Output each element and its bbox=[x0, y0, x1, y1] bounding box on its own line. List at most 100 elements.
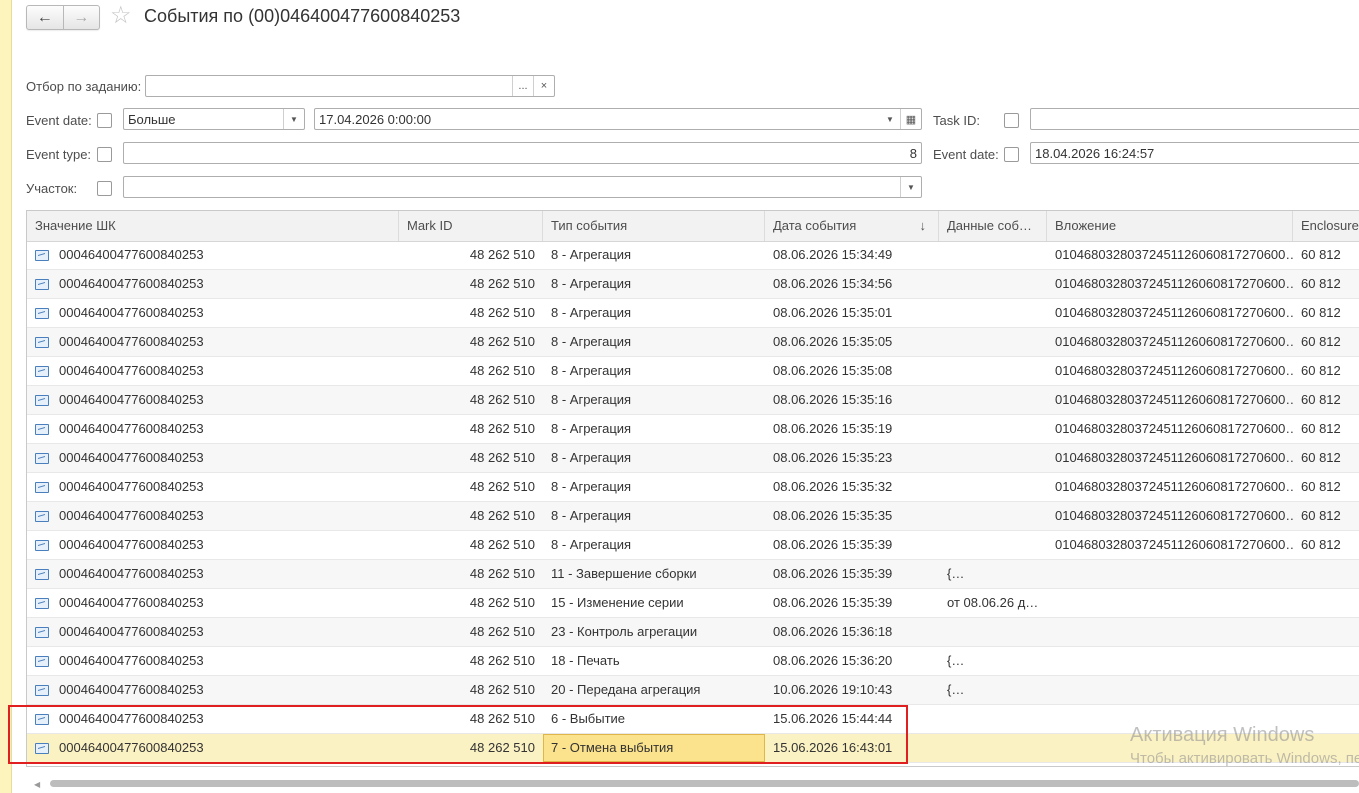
event-date-cell: 10.06.2026 19:10:43 bbox=[773, 682, 893, 697]
enclosure-cell bbox=[1293, 647, 1359, 675]
event-type-cell: 8 - Агрегация bbox=[551, 421, 632, 436]
chevron-down-icon[interactable]: ▼ bbox=[283, 109, 304, 129]
event-date2-field[interactable]: 18.04.2026 16:24:57 bbox=[1030, 142, 1359, 164]
column-header-event-type[interactable]: Тип события bbox=[543, 211, 765, 241]
column-header-mark-id[interactable]: Mark ID bbox=[399, 211, 543, 241]
table-row[interactable]: 00046400477600840253 48 262 510 15 - Измен… bbox=[27, 589, 1359, 618]
table-row[interactable]: 00046400477600840253 48 262 510 8 - Агрега… bbox=[27, 473, 1359, 502]
event-data-cell: от 08.06.26 д… bbox=[947, 595, 1039, 610]
task-id-checkbox[interactable] bbox=[1004, 113, 1019, 128]
event-date-checkbox[interactable] bbox=[97, 113, 112, 128]
forward-arrow-icon: → bbox=[73, 8, 90, 26]
mark-id-cell: 48 262 510 bbox=[469, 421, 535, 436]
table-row[interactable]: 00046400477600840253 48 262 510 8 - Агрега… bbox=[27, 299, 1359, 328]
event-type-cell: 8 - Агрегация bbox=[551, 247, 632, 262]
red-highlight-frame bbox=[8, 705, 908, 764]
table-row[interactable]: 00046400477600840253 48 262 510 18 - Печат… bbox=[27, 647, 1359, 676]
chevron-down-icon[interactable]: ▼ bbox=[880, 109, 900, 129]
event-date-cell: 08.06.2026 15:35:39 bbox=[773, 566, 893, 581]
table-row[interactable]: 00046400477600840253 48 262 510 20 - Перед… bbox=[27, 676, 1359, 705]
forward-button[interactable]: → bbox=[64, 6, 100, 29]
mark-id-cell: 48 262 510 bbox=[469, 450, 535, 465]
table-row[interactable]: 00046400477600840253 48 262 510 8 - Агрега… bbox=[27, 502, 1359, 531]
event-date-cell: 08.06.2026 15:35:35 bbox=[773, 508, 893, 523]
enclosure-cell: 60 812 bbox=[1301, 537, 1341, 552]
event-date-cell: 08.06.2026 15:35:23 bbox=[773, 450, 893, 465]
attachment-cell: 01046803280372451126060817270600… bbox=[1055, 421, 1293, 436]
event-date2-checkbox[interactable] bbox=[1004, 147, 1019, 162]
barcode-cell: 00046400477600840253 bbox=[59, 479, 204, 494]
attachment-cell bbox=[1047, 647, 1293, 675]
table-row[interactable]: 00046400477600840253 48 262 510 8 - Агрега… bbox=[27, 357, 1359, 386]
scrollbar-thumb[interactable] bbox=[50, 780, 1359, 787]
event-type-checkbox[interactable] bbox=[97, 147, 112, 162]
mark-id-cell: 48 262 510 bbox=[469, 624, 535, 639]
attachment-cell: 01046803280372451126060817270600… bbox=[1055, 305, 1293, 320]
barcode-cell: 00046400477600840253 bbox=[59, 421, 204, 436]
area-select[interactable]: ▼ bbox=[123, 176, 922, 198]
task-filter-select-button[interactable]: ... bbox=[512, 76, 533, 96]
attachment-cell bbox=[1047, 589, 1293, 617]
event-type-cell: 11 - Завершение сборки bbox=[551, 566, 697, 581]
event-type-cell: 8 - Агрегация bbox=[551, 276, 632, 291]
table-row[interactable]: 00046400477600840253 48 262 510 8 - Агрега… bbox=[27, 415, 1359, 444]
event-type-cell: 8 - Агрегация bbox=[551, 392, 632, 407]
enclosure-cell: 60 812 bbox=[1301, 247, 1341, 262]
column-header-event-date[interactable]: Дата события ↓ bbox=[765, 211, 939, 241]
mark-id-cell: 48 262 510 bbox=[469, 508, 535, 523]
column-header-event-date-label: Дата события bbox=[773, 218, 857, 233]
events-table: Значение ШК Mark ID Тип события Дата соб… bbox=[26, 210, 1359, 767]
event-type-label: Event type: bbox=[26, 147, 92, 162]
table-row[interactable]: 00046400477600840253 48 262 510 8 - Агрега… bbox=[27, 328, 1359, 357]
attachment-cell: 01046803280372451126060817270600… bbox=[1055, 276, 1293, 291]
enclosure-cell bbox=[1293, 589, 1359, 617]
column-header-attachment[interactable]: Вложение bbox=[1047, 211, 1293, 241]
enclosure-cell: 60 812 bbox=[1301, 479, 1341, 494]
column-header-barcode[interactable]: Значение ШК bbox=[27, 211, 399, 241]
column-header-enclosure[interactable]: Enclosure bbox=[1293, 211, 1359, 241]
event-date-cell: 08.06.2026 15:36:20 bbox=[773, 653, 893, 668]
event-data-cell bbox=[939, 357, 1047, 385]
calendar-icon[interactable]: ▦ bbox=[900, 109, 921, 129]
enclosure-cell: 60 812 bbox=[1301, 421, 1341, 436]
table-row[interactable]: 00046400477600840253 48 262 510 23 - Контр… bbox=[27, 618, 1359, 647]
barcode-cell: 00046400477600840253 bbox=[59, 247, 204, 262]
event-data-cell bbox=[939, 270, 1047, 298]
task-id-label: Task ID: bbox=[933, 113, 980, 128]
attachment-cell: 01046803280372451126060817270600… bbox=[1055, 537, 1293, 552]
attachment-cell: 01046803280372451126060817270600… bbox=[1055, 247, 1293, 262]
windows-activation-title: Активация Windows bbox=[1130, 724, 1315, 746]
event-type-cell: 8 - Агрегация bbox=[551, 537, 632, 552]
table-row[interactable]: 00046400477600840253 48 262 510 11 - Завер… bbox=[27, 560, 1359, 589]
task-id-field[interactable] bbox=[1030, 108, 1359, 130]
chevron-down-icon[interactable]: ▼ bbox=[900, 177, 921, 197]
barcode-cell: 00046400477600840253 bbox=[59, 334, 204, 349]
column-header-event-data[interactable]: Данные соб… bbox=[939, 211, 1047, 241]
event-date-operator-select[interactable]: Больше ▼ bbox=[123, 108, 305, 130]
table-row[interactable]: 00046400477600840253 48 262 510 8 - Агрега… bbox=[27, 386, 1359, 415]
event-date-value-field[interactable]: 17.04.2026 0:00:00 ▼ ▦ bbox=[314, 108, 922, 130]
table-row[interactable]: 00046400477600840253 48 262 510 8 - Агрега… bbox=[27, 270, 1359, 299]
table-row[interactable]: 00046400477600840253 48 262 510 8 - Агрега… bbox=[27, 531, 1359, 560]
scroll-left-icon[interactable]: ◀ bbox=[34, 780, 40, 789]
back-button[interactable]: ← bbox=[27, 6, 63, 29]
attachment-cell: 01046803280372451126060817270600… bbox=[1055, 479, 1293, 494]
barcode-cell: 00046400477600840253 bbox=[59, 595, 204, 610]
table-row[interactable]: 00046400477600840253 48 262 510 8 - Агрега… bbox=[27, 241, 1359, 270]
event-data-cell bbox=[939, 386, 1047, 414]
enclosure-cell: 60 812 bbox=[1301, 508, 1341, 523]
event-data-cell bbox=[939, 444, 1047, 472]
area-checkbox[interactable] bbox=[97, 181, 112, 196]
table-row[interactable]: 00046400477600840253 48 262 510 8 - Агрега… bbox=[27, 444, 1359, 473]
attachment-cell bbox=[1047, 676, 1293, 704]
event-type-field[interactable]: 8 bbox=[123, 142, 922, 164]
horizontal-scrollbar[interactable]: ◀ bbox=[26, 775, 1359, 793]
event-data-cell bbox=[939, 241, 1047, 269]
enclosure-cell bbox=[1293, 618, 1359, 646]
event-data-cell bbox=[939, 328, 1047, 356]
windows-activation-text: Чтобы активировать Windows, пе bbox=[1130, 750, 1359, 767]
task-filter-field[interactable]: ... × bbox=[145, 75, 555, 97]
task-filter-clear-button[interactable]: × bbox=[533, 76, 554, 96]
enclosure-cell: 60 812 bbox=[1301, 305, 1341, 320]
favorite-star-icon[interactable]: ☆ bbox=[110, 3, 132, 29]
